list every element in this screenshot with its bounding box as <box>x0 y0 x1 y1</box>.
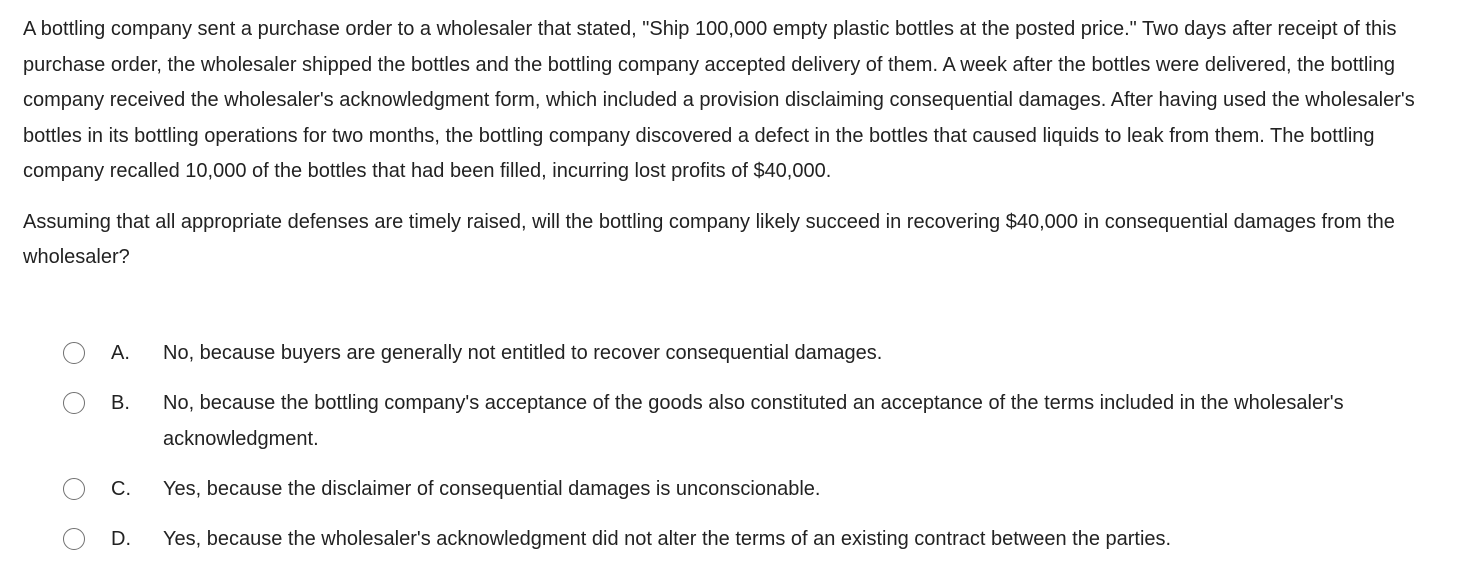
option-letter-a: A. <box>111 342 130 364</box>
question-stem: A bottling company sent a purchase order… <box>23 12 1453 276</box>
radio-button-d[interactable] <box>63 528 85 550</box>
radio-button-b[interactable] <box>63 392 85 414</box>
radio-button-c[interactable] <box>63 478 85 500</box>
option-text-d: Yes, because the wholesaler's acknowledg… <box>163 528 1172 550</box>
option-letter-c: C. <box>111 478 131 500</box>
answer-option-b[interactable]: B. No, because the bottling company's ac… <box>63 386 1443 450</box>
answer-option-a[interactable]: A. No, because buyers are generally not … <box>63 336 1443 364</box>
question-fact-pattern: A bottling company sent a purchase order… <box>23 18 1415 182</box>
radio-button-a[interactable] <box>63 342 85 364</box>
option-letter-b: B. <box>111 392 130 414</box>
option-text-c: Yes, because the disclaimer of consequen… <box>163 478 821 500</box>
option-letter-d: D. <box>111 528 131 550</box>
option-text-a: No, because buyers are generally not ent… <box>163 342 883 364</box>
question-call: Assuming that all appropriate defenses a… <box>23 210 1395 269</box>
answer-option-c[interactable]: C. Yes, because the disclaimer of conseq… <box>63 472 1443 500</box>
answer-option-d[interactable]: D. Yes, because the wholesaler's acknowl… <box>63 522 1443 550</box>
option-text-b: No, because the bottling company's accep… <box>163 392 1344 450</box>
